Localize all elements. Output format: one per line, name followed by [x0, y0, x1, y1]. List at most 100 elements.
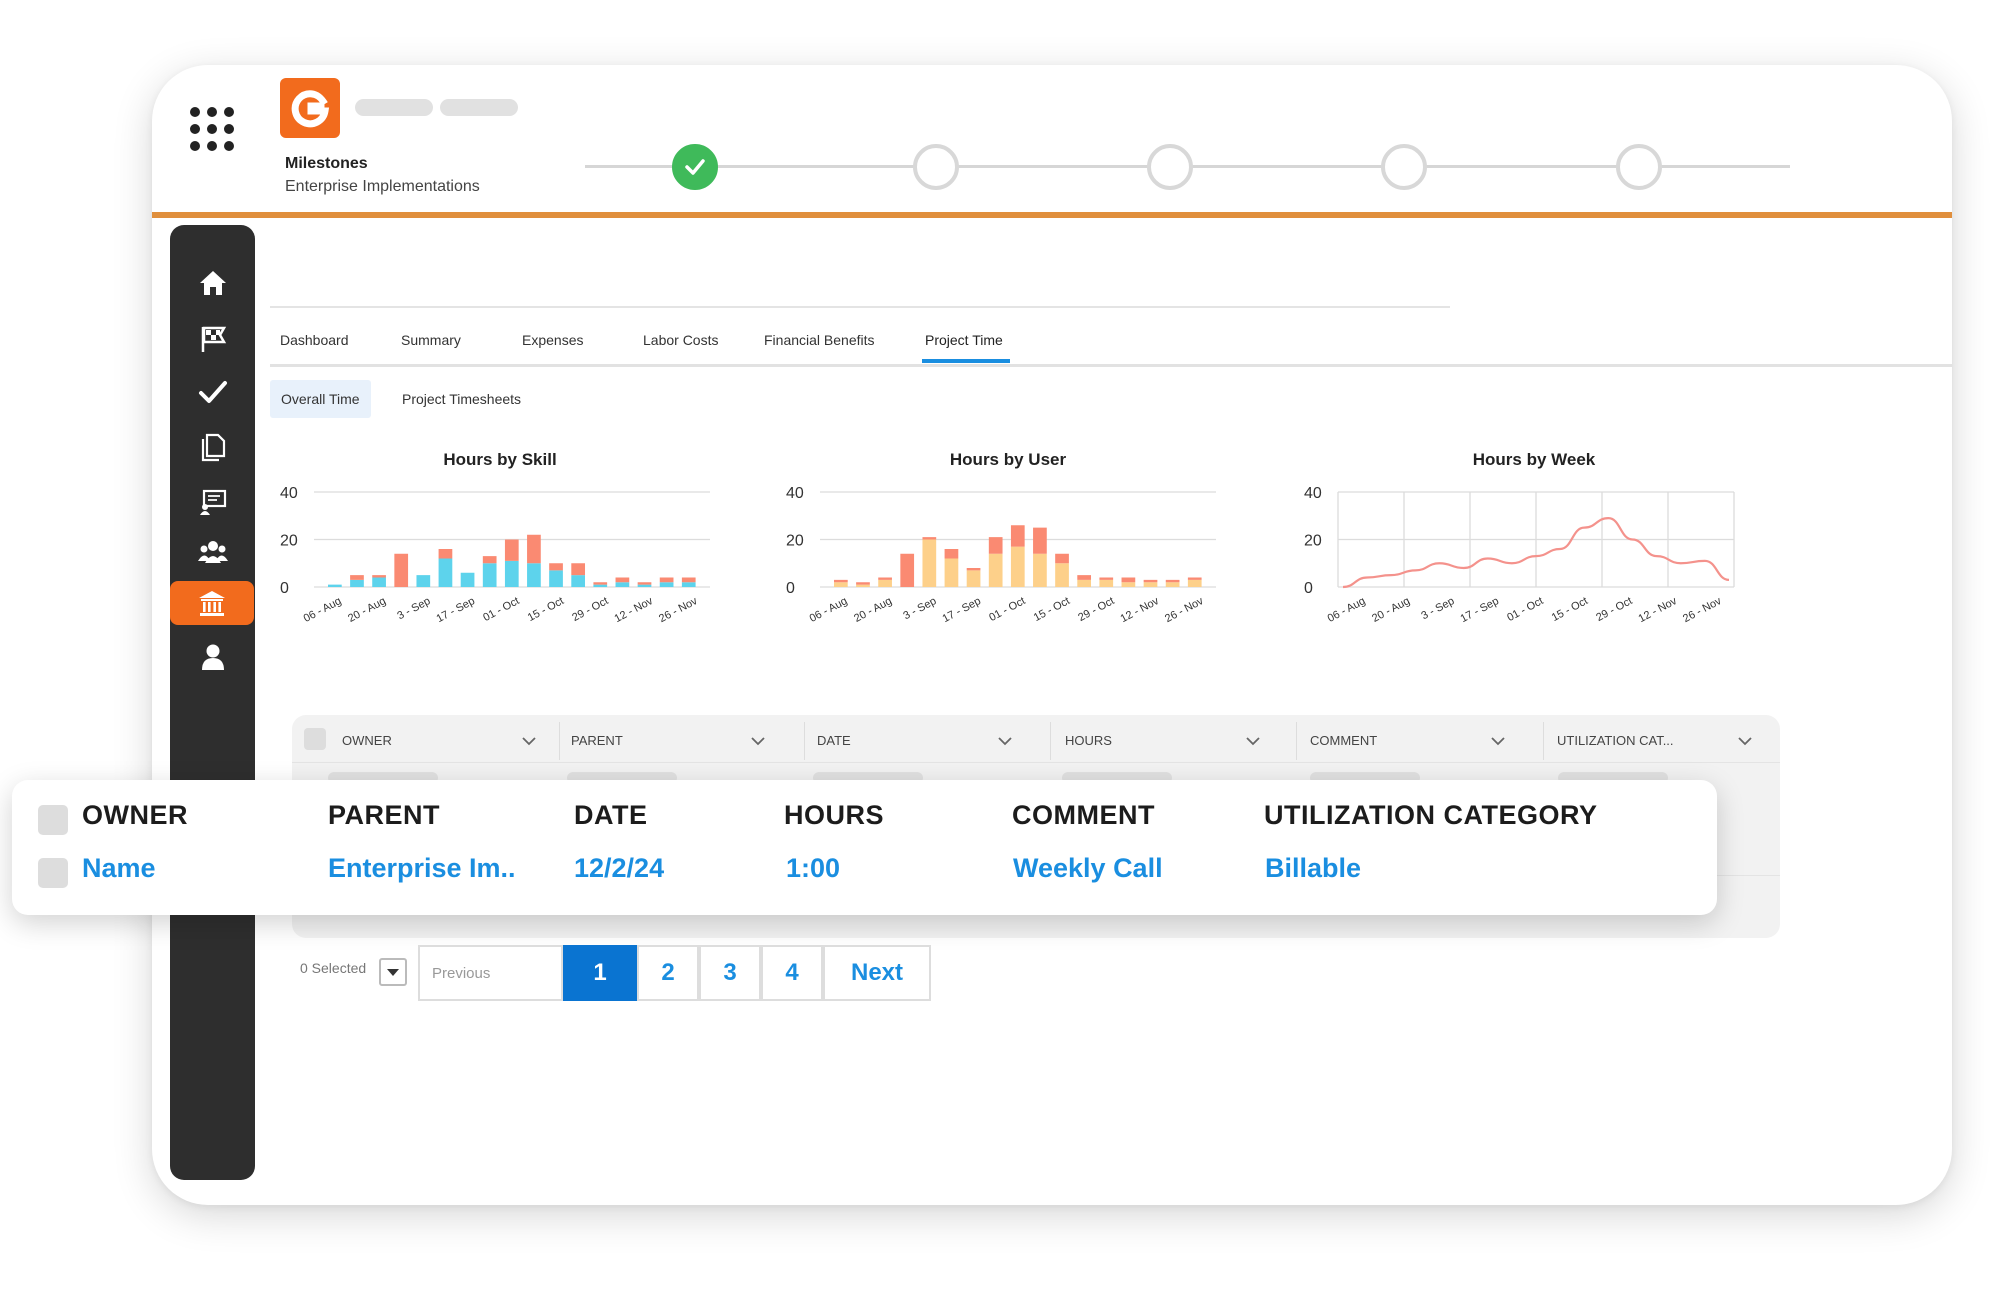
cell-hours[interactable]: 1:00: [786, 853, 840, 884]
milestone-1-complete[interactable]: [672, 144, 718, 190]
bar: [593, 582, 608, 585]
column-header-hours[interactable]: HOURS: [1065, 720, 1112, 762]
column-header-owner[interactable]: OWNER: [342, 720, 392, 762]
bar: [372, 575, 386, 578]
bar: [878, 579, 892, 587]
overlay-header-date: DATE: [574, 800, 648, 830]
x-tick-label: 12 - Nov: [1637, 595, 1680, 625]
sidebar-item-tasks[interactable]: [170, 370, 255, 414]
x-tick-label: 20 - Aug: [1370, 595, 1412, 625]
tab-summary[interactable]: Summary: [401, 332, 461, 348]
column-header-comment[interactable]: COMMENT: [1310, 720, 1377, 762]
sidebar-item-team[interactable]: [170, 530, 255, 574]
bar: [549, 563, 563, 571]
page-3-button[interactable]: 3: [699, 945, 761, 1001]
column-header-date[interactable]: DATE: [817, 720, 851, 762]
cell-comment[interactable]: Weekly Call: [1013, 853, 1163, 884]
bar: [615, 582, 630, 587]
chevron-down-icon[interactable]: [997, 733, 1013, 749]
bar: [1187, 577, 1202, 580]
column-divider: [804, 722, 805, 760]
sidebar-item-home[interactable]: [170, 261, 255, 305]
subtab-overall-time[interactable]: Overall Time: [270, 380, 371, 418]
sidebar-item-presentations[interactable]: [170, 480, 255, 524]
row-checkbox[interactable]: [38, 858, 68, 888]
x-tick-label: 3 - Sep: [1419, 595, 1456, 622]
x-tick-label: 06 - Aug: [808, 595, 850, 625]
x-tick-label: 15 - Oct: [1550, 595, 1590, 624]
cell-utilization[interactable]: Billable: [1265, 853, 1361, 884]
flag-icon: [201, 326, 226, 352]
page-2-button[interactable]: 2: [637, 945, 699, 1001]
bar: [966, 570, 981, 587]
bar: [549, 570, 563, 587]
tab-dashboard[interactable]: Dashboard: [280, 332, 349, 348]
bar: [988, 553, 1003, 587]
header-checkbox[interactable]: [38, 805, 68, 835]
page-1-button[interactable]: 1: [563, 945, 637, 1001]
chevron-down-icon[interactable]: [750, 733, 766, 749]
x-tick-label: 06 - Aug: [302, 595, 344, 625]
milestone-5[interactable]: [1616, 144, 1662, 190]
cell-owner[interactable]: Name: [82, 853, 156, 884]
milestone-2[interactable]: [913, 144, 959, 190]
chevron-down-icon[interactable]: [1737, 733, 1753, 749]
selection-dropdown[interactable]: [379, 958, 407, 986]
chart-title-skill: Hours by Skill: [443, 450, 557, 469]
bar: [944, 549, 959, 559]
x-tick-label: 01 - Oct: [481, 595, 521, 624]
select-all-checkbox[interactable]: [304, 728, 326, 750]
chevron-down-icon[interactable]: [521, 733, 537, 749]
sidebar-item-documents[interactable]: [170, 425, 255, 469]
presentation-icon: [199, 489, 226, 515]
sidebar-item-financials[interactable]: [170, 581, 254, 625]
bar: [1165, 579, 1180, 583]
bar: [350, 579, 364, 587]
column-divider: [1543, 722, 1544, 760]
page-4-button[interactable]: 4: [761, 945, 823, 1001]
hours-by-week-chart: 0 20 40 06 - Aug 20 - Aug 3 - Sep 17 - Sep 01 -…: [1304, 485, 1735, 625]
sidebar-item-milestones[interactable]: [170, 317, 255, 361]
bar: [416, 575, 431, 587]
hours-by-skill-chart: 0 20 40 06 - Aug 20 - Aug 3 - Sep 17 - Sep 01 -…: [280, 485, 710, 625]
bar: [527, 534, 541, 564]
previous-page-button[interactable]: Previous: [418, 945, 563, 1001]
column-header-parent[interactable]: PARENT: [571, 720, 623, 762]
caret-down-icon: [387, 969, 399, 976]
y-tick-label: 0: [280, 580, 289, 597]
chevron-down-icon[interactable]: [1245, 733, 1261, 749]
next-page-button[interactable]: Next: [823, 945, 931, 1001]
team-icon: [197, 541, 228, 563]
y-tick-label: 40: [1304, 485, 1322, 502]
milestone-4[interactable]: [1381, 144, 1427, 190]
tab-expenses[interactable]: Expenses: [522, 332, 583, 348]
milestone-3[interactable]: [1147, 144, 1193, 190]
bar: [637, 582, 652, 585]
cell-date[interactable]: 12/2/24: [574, 853, 664, 884]
chevron-down-icon[interactable]: [1490, 733, 1506, 749]
bar: [438, 558, 453, 587]
overlay-header-owner: OWNER: [82, 800, 188, 830]
bar: [1165, 582, 1180, 587]
bank-icon: [199, 591, 225, 616]
subtab-project-timesheets[interactable]: Project Timesheets: [391, 380, 532, 418]
column-divider: [1050, 722, 1051, 760]
project-name: Enterprise Implementations: [285, 178, 480, 195]
bar: [1077, 579, 1092, 587]
check-icon: [685, 159, 705, 175]
bar: [637, 584, 652, 587]
active-tab-indicator: [922, 359, 1010, 363]
tab-financial-benefits[interactable]: Financial Benefits: [764, 332, 875, 348]
app-launcher-icon[interactable]: [190, 107, 234, 151]
cell-parent[interactable]: Enterprise Im..: [328, 853, 516, 884]
bar: [438, 549, 453, 559]
tab-labor-costs[interactable]: Labor Costs: [643, 332, 718, 348]
bar: [394, 553, 409, 587]
tab-project-time[interactable]: Project Time: [925, 332, 1003, 348]
column-header-utilization[interactable]: UTILIZATION CAT...: [1557, 720, 1674, 762]
bar: [1121, 582, 1136, 587]
bar: [615, 577, 630, 583]
x-tick-label: 01 - Oct: [987, 595, 1027, 624]
bar: [504, 539, 519, 561]
sidebar-item-profile[interactable]: [170, 635, 255, 679]
